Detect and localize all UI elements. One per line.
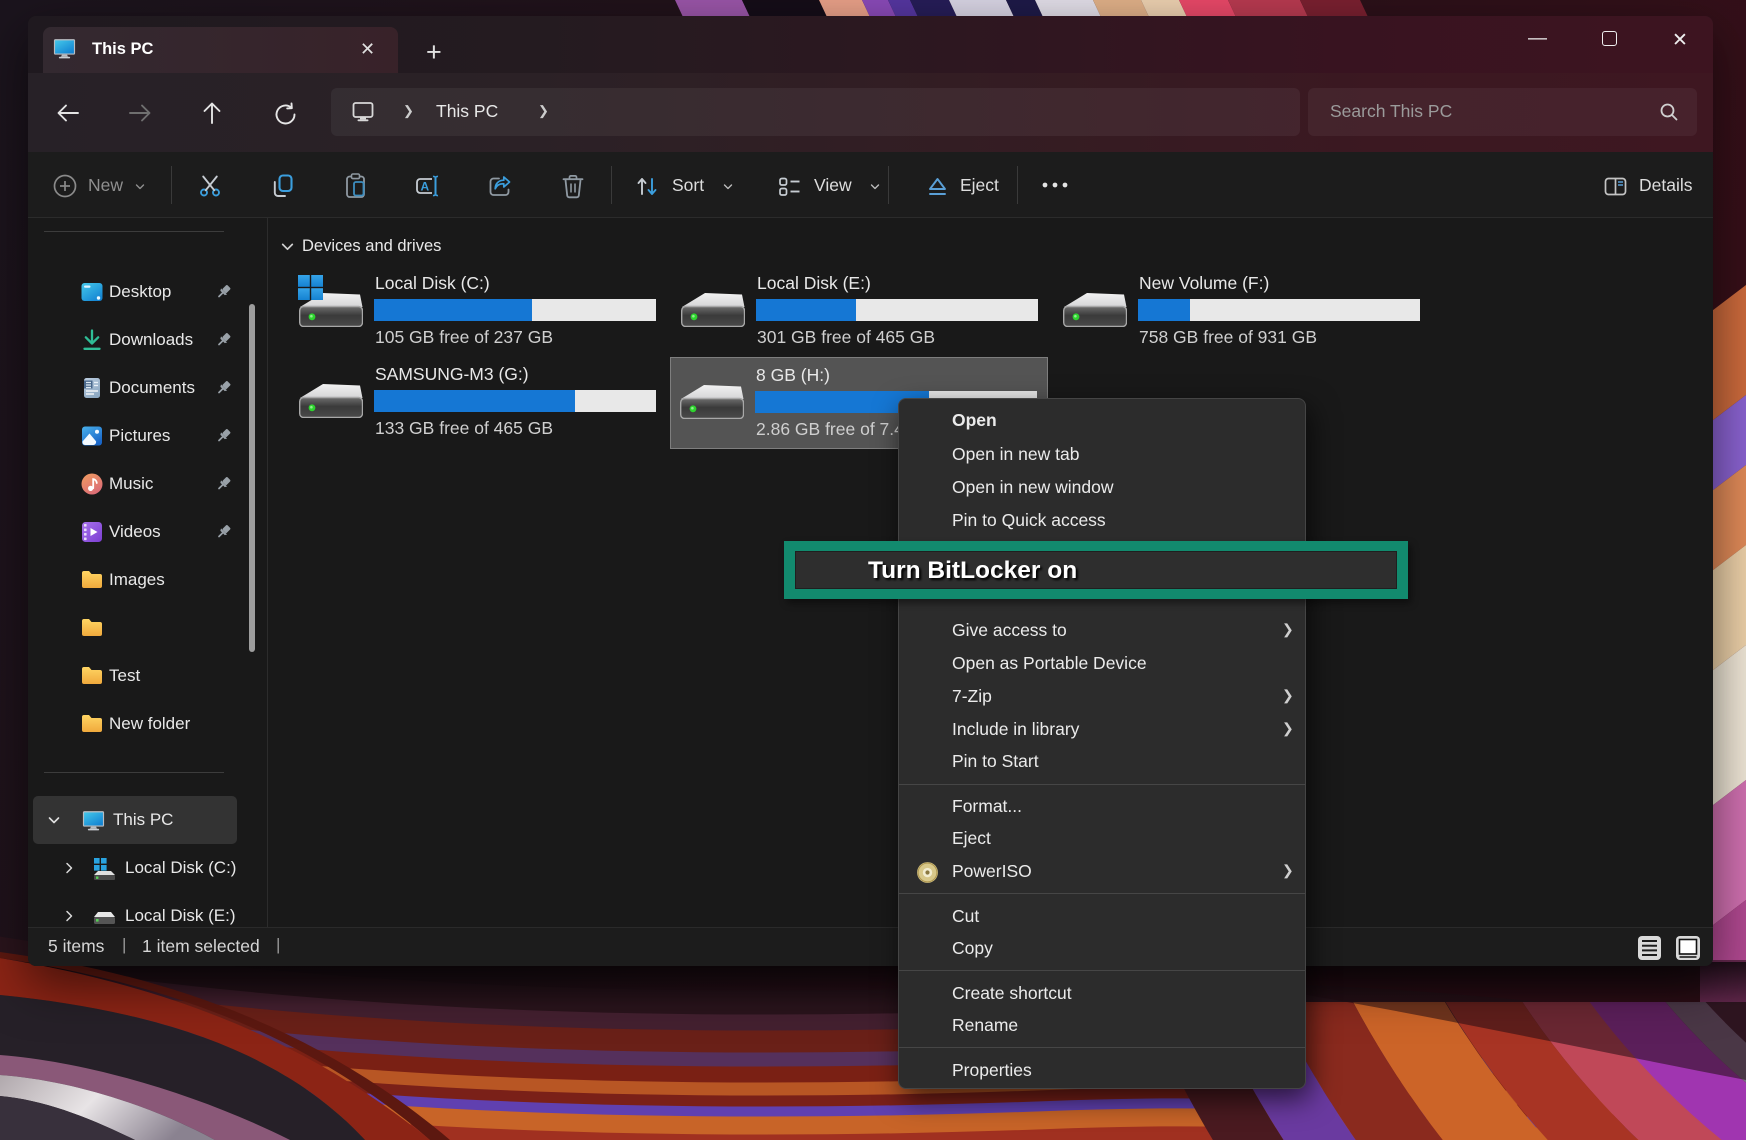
svg-text:A: A — [421, 180, 430, 194]
